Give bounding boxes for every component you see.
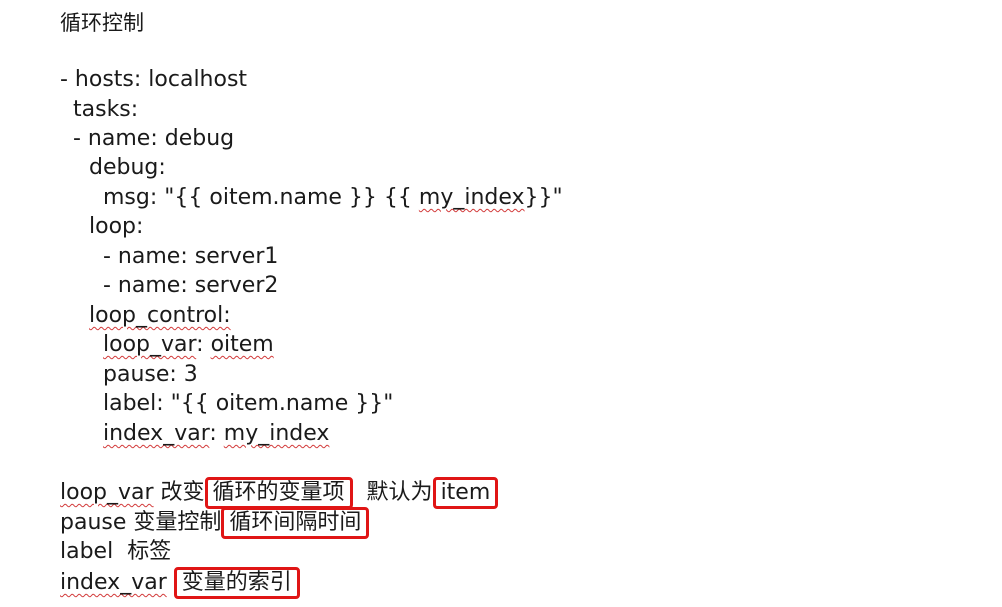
code-line-loop: loop: bbox=[89, 214, 144, 239]
code-line-server1: - name: server1 bbox=[103, 244, 279, 269]
index-var-key: index_var bbox=[103, 421, 210, 446]
highlight-box-loop-var: 循环的变量项 bbox=[204, 477, 353, 509]
loop-var-value: oitem bbox=[210, 332, 274, 357]
index-var-value: my_index bbox=[223, 421, 330, 446]
document-page: 循环控制 - hosts: localhost tasks: - name: d… bbox=[0, 0, 1002, 607]
note-index-var-key: index_var bbox=[60, 570, 167, 595]
msg-prefix: msg: "{{ oitem.name }} {{ bbox=[103, 185, 419, 210]
code-line-index-var: index_var: my_index bbox=[103, 419, 329, 449]
note-pause-text: 变量控制 bbox=[126, 510, 222, 535]
page-title: 循环控制 bbox=[60, 11, 144, 35]
loop-var-key: loop_var bbox=[103, 332, 197, 357]
code-line-debug: debug: bbox=[89, 155, 166, 180]
code-line-pause: pause: 3 bbox=[103, 362, 198, 387]
highlight-box-item: item bbox=[432, 477, 499, 509]
note-index-var-text bbox=[167, 570, 174, 595]
note-label-text: 标签 bbox=[113, 539, 172, 564]
code-line-name-debug: - name: debug bbox=[73, 126, 235, 151]
note-loop-var-text: 改变 bbox=[153, 480, 205, 505]
code-line-tasks: tasks: bbox=[73, 97, 139, 122]
highlight-box-pause: 循环间隔时间 bbox=[221, 507, 370, 539]
note-pause: pause 变量控制 循环间隔时间 bbox=[60, 507, 370, 539]
code-line-hosts: - hosts: localhost bbox=[60, 67, 248, 92]
note-label: label 标签 bbox=[60, 537, 171, 567]
note-pause-key: pause bbox=[60, 510, 127, 535]
code-line-label: label: "{{ oitem.name }}" bbox=[103, 391, 394, 416]
note-label-key: label bbox=[60, 539, 114, 564]
highlight-box-index: 变量的索引 bbox=[173, 567, 300, 599]
index-var-sep: : bbox=[209, 421, 224, 446]
loop-var-sep: : bbox=[196, 332, 211, 357]
msg-suffix: }}" bbox=[524, 185, 563, 210]
note-loop-var: loop_var 改变 循环的变量项 默认为 item bbox=[60, 477, 499, 509]
note-loop-var-key: loop_var bbox=[60, 480, 154, 505]
code-line-loop-var: loop_var: oitem bbox=[103, 330, 274, 360]
note-index-var: index_var 变量的索引 bbox=[60, 567, 300, 599]
note-loop-var-default: 默认为 bbox=[352, 480, 433, 505]
code-line-msg: msg: "{{ oitem.name }} {{ my_index}}" bbox=[103, 183, 563, 213]
code-line-server2: - name: server2 bbox=[103, 273, 279, 298]
code-line-loop-control: loop_control: bbox=[89, 303, 231, 328]
msg-index-var: my_index bbox=[418, 185, 525, 210]
